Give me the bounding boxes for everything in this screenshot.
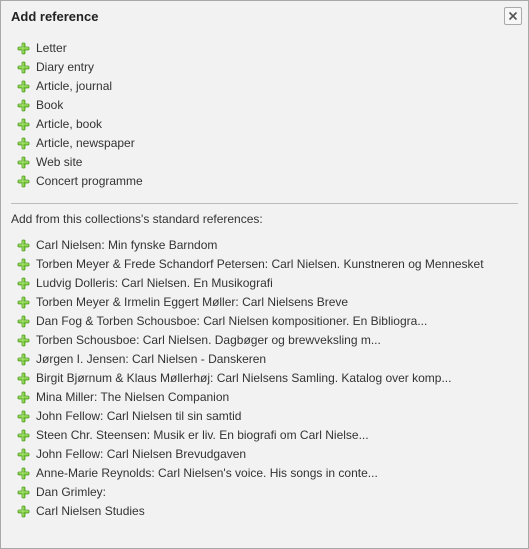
plus-icon bbox=[17, 118, 30, 131]
reference-type-item-label: Diary entry bbox=[36, 59, 94, 76]
standard-reference-item-label: Mina Miller: The Nielsen Companion bbox=[36, 389, 229, 406]
reference-type-item-label: Web site bbox=[36, 154, 82, 171]
standard-reference-item[interactable]: Mina Miller: The Nielsen Companion bbox=[17, 388, 518, 407]
reference-type-item-label: Article, journal bbox=[36, 78, 112, 95]
standard-reference-item[interactable]: Jørgen I. Jensen: Carl Nielsen - Dansker… bbox=[17, 350, 518, 369]
close-icon bbox=[508, 11, 518, 21]
plus-icon bbox=[17, 315, 30, 328]
standard-reference-item-label: John Fellow: Carl Nielsen Brevudgaven bbox=[36, 446, 246, 463]
dialog-header: Add reference bbox=[1, 1, 528, 31]
standard-reference-item[interactable]: Torben Meyer & Irmelin Eggert Møller: Ca… bbox=[17, 293, 518, 312]
standard-reference-item-label: Ludvig Dolleris: Carl Nielsen. En Musiko… bbox=[36, 275, 273, 292]
reference-type-item[interactable]: Letter bbox=[17, 39, 518, 58]
reference-type-item-label: Concert programme bbox=[36, 173, 143, 190]
reference-type-item-label: Article, book bbox=[36, 116, 102, 133]
standard-reference-item-label: Jørgen I. Jensen: Carl Nielsen - Dansker… bbox=[36, 351, 266, 368]
reference-type-item-label: Book bbox=[36, 97, 63, 114]
plus-icon bbox=[17, 429, 30, 442]
plus-icon bbox=[17, 467, 30, 480]
reference-type-list: Letter Diary entry Article, journal Book Art… bbox=[11, 39, 518, 191]
reference-type-item[interactable]: Article, book bbox=[17, 115, 518, 134]
close-button[interactable] bbox=[504, 7, 522, 25]
plus-icon bbox=[17, 137, 30, 150]
plus-icon bbox=[17, 448, 30, 461]
standard-reference-item-label: Carl Nielsen Studies bbox=[36, 503, 145, 520]
standard-reference-item-label: Dan Grimley: bbox=[36, 484, 106, 501]
standard-reference-item-label: Dan Fog & Torben Schousboe: Carl Nielsen… bbox=[36, 313, 427, 330]
standard-reference-item[interactable]: John Fellow: Carl Nielsen til sin samtid bbox=[17, 407, 518, 426]
dialog-title: Add reference bbox=[11, 9, 98, 24]
standard-reference-item[interactable]: Anne-Marie Reynolds: Carl Nielsen's voic… bbox=[17, 464, 518, 483]
plus-icon bbox=[17, 156, 30, 169]
standard-reference-item-label: John Fellow: Carl Nielsen til sin samtid bbox=[36, 408, 241, 425]
reference-type-item-label: Letter bbox=[36, 40, 67, 57]
plus-icon bbox=[17, 80, 30, 93]
standard-reference-item-label: Carl Nielsen: Min fynske Barndom bbox=[36, 237, 217, 254]
plus-icon bbox=[17, 99, 30, 112]
reference-type-item[interactable]: Book bbox=[17, 96, 518, 115]
standard-reference-item-label: Torben Meyer & Irmelin Eggert Møller: Ca… bbox=[36, 294, 348, 311]
standard-reference-item-label: Torben Schousboe: Carl Nielsen. Dagbøger… bbox=[36, 332, 381, 349]
plus-icon bbox=[17, 410, 30, 423]
reference-type-item[interactable]: Web site bbox=[17, 153, 518, 172]
standard-reference-item[interactable]: Carl Nielsen: Min fynske Barndom bbox=[17, 236, 518, 255]
section-divider bbox=[11, 203, 518, 204]
plus-icon bbox=[17, 353, 30, 366]
plus-icon bbox=[17, 277, 30, 290]
standard-reference-item-label: Birgit Bjørnum & Klaus Møllerhøj: Carl N… bbox=[36, 370, 451, 387]
standard-reference-item[interactable]: Carl Nielsen Studies bbox=[17, 502, 518, 521]
plus-icon bbox=[17, 61, 30, 74]
standard-reference-item[interactable]: Torben Meyer & Frede Schandorf Petersen:… bbox=[17, 255, 518, 274]
plus-icon bbox=[17, 258, 30, 271]
reference-type-item[interactable]: Article, newspaper bbox=[17, 134, 518, 153]
standard-reference-item-label: Torben Meyer & Frede Schandorf Petersen:… bbox=[36, 256, 484, 273]
reference-type-item[interactable]: Diary entry bbox=[17, 58, 518, 77]
standard-reference-item[interactable]: Dan Fog & Torben Schousboe: Carl Nielsen… bbox=[17, 312, 518, 331]
plus-icon bbox=[17, 391, 30, 404]
dialog-body: Letter Diary entry Article, journal Book Art… bbox=[1, 31, 528, 531]
plus-icon bbox=[17, 296, 30, 309]
standard-reference-item[interactable]: Ludvig Dolleris: Carl Nielsen. En Musiko… bbox=[17, 274, 518, 293]
reference-type-item-label: Article, newspaper bbox=[36, 135, 135, 152]
standard-references-label: Add from this collections's standard ref… bbox=[11, 212, 518, 226]
standard-reference-item[interactable]: John Fellow: Carl Nielsen Brevudgaven bbox=[17, 445, 518, 464]
reference-type-item[interactable]: Article, journal bbox=[17, 77, 518, 96]
plus-icon bbox=[17, 486, 30, 499]
plus-icon bbox=[17, 505, 30, 518]
add-reference-dialog: Add reference Letter Diary entry Article, … bbox=[0, 0, 529, 549]
standard-reference-list: Carl Nielsen: Min fynske Barndom Torben M… bbox=[11, 236, 518, 521]
plus-icon bbox=[17, 175, 30, 188]
standard-reference-item[interactable]: Birgit Bjørnum & Klaus Møllerhøj: Carl N… bbox=[17, 369, 518, 388]
reference-type-item[interactable]: Concert programme bbox=[17, 172, 518, 191]
standard-reference-item-label: Anne-Marie Reynolds: Carl Nielsen's voic… bbox=[36, 465, 378, 482]
standard-reference-item[interactable]: Torben Schousboe: Carl Nielsen. Dagbøger… bbox=[17, 331, 518, 350]
plus-icon bbox=[17, 42, 30, 55]
standard-reference-item[interactable]: Dan Grimley: bbox=[17, 483, 518, 502]
plus-icon bbox=[17, 372, 30, 385]
standard-reference-item-label: Steen Chr. Steensen: Musik er liv. En bi… bbox=[36, 427, 369, 444]
plus-icon bbox=[17, 239, 30, 252]
standard-reference-item[interactable]: Steen Chr. Steensen: Musik er liv. En bi… bbox=[17, 426, 518, 445]
plus-icon bbox=[17, 334, 30, 347]
